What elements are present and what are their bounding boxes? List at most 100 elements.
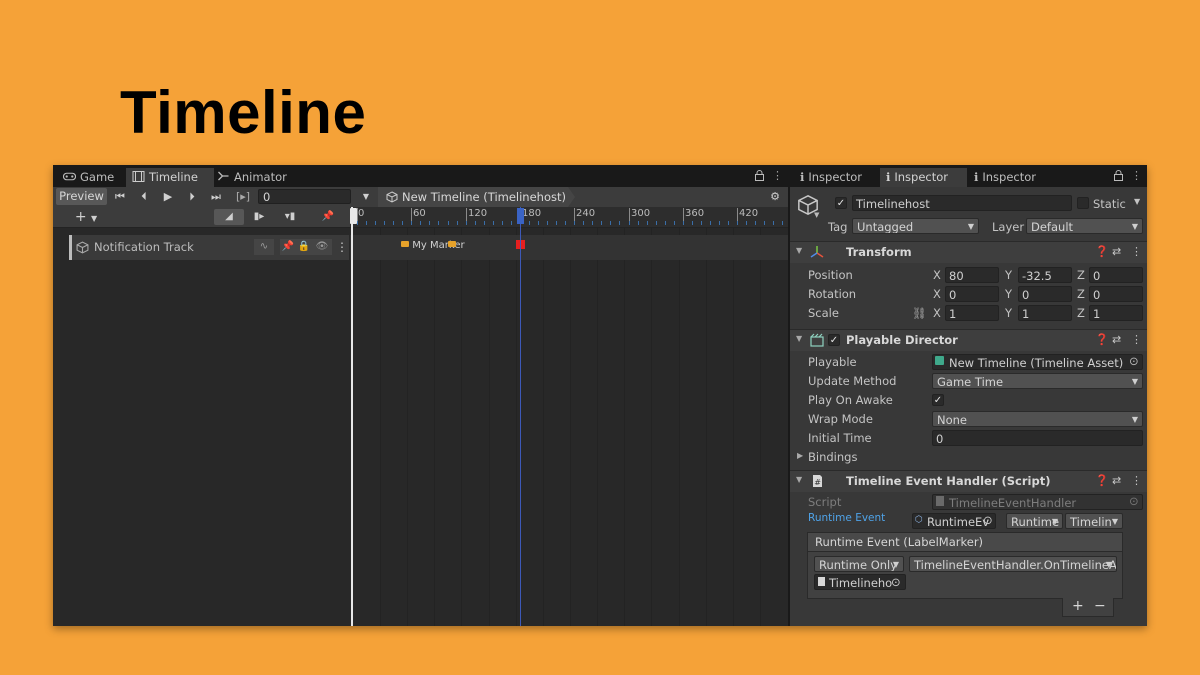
pin-icon[interactable]: 📌 <box>318 209 338 225</box>
tag-dropdown[interactable]: Untagged ▼ <box>852 218 979 234</box>
runtime-event-dropdown-1[interactable]: Runtime ▼ <box>1006 513 1063 529</box>
tab-inspector-2[interactable]: ℹ Inspector <box>880 168 967 187</box>
frame-input[interactable]: 0 <box>258 189 351 204</box>
ruler-minor-tick <box>357 221 358 225</box>
playhead-handle[interactable] <box>517 208 525 224</box>
marker-signal[interactable] <box>447 241 456 247</box>
go-to-end-icon[interactable]: ⏭ <box>207 188 225 206</box>
rotation-y-field[interactable]: 0 <box>1018 286 1072 302</box>
update-method-dropdown[interactable]: Game Time ▼ <box>932 373 1143 389</box>
gameobject-name-field[interactable]: Timelinehost <box>852 195 1072 211</box>
previous-frame-icon[interactable]: ⏴ <box>135 188 153 206</box>
runtime-event-label[interactable]: Runtime Event <box>808 512 885 524</box>
runtime-event-dropdown-2[interactable]: Timelin ▼ <box>1065 513 1123 529</box>
presets-icon[interactable]: ⇄ <box>1112 333 1121 346</box>
object-picker-icon[interactable]: ⊙ <box>891 575 901 589</box>
object-picker-icon[interactable]: ⊙ <box>1129 354 1139 368</box>
transform-header[interactable]: ▼ Transform ❓ ⇄ ⋮ <box>790 241 1147 263</box>
ripple-mode-icon[interactable]: ▮▸ <box>249 209 269 225</box>
scale-x-field[interactable]: 1 <box>945 305 999 321</box>
kebab-menu-icon[interactable]: ⋮ <box>772 169 783 182</box>
lock-icon[interactable] <box>1114 170 1123 181</box>
help-icon[interactable]: ❓ <box>1095 333 1109 346</box>
playable-object-field[interactable]: New Timeline (Timeline Asset) <box>932 354 1143 370</box>
link-icon[interactable]: ⛓ <box>912 306 927 320</box>
chevron-down-icon[interactable]: ▼ <box>357 188 375 206</box>
pin-icon[interactable]: 📌 <box>280 239 296 255</box>
play-icon[interactable]: ▶ <box>159 188 177 206</box>
add-listener-button[interactable]: + <box>1072 598 1084 615</box>
ruler-tick-label: 360 <box>685 208 705 219</box>
remove-listener-button[interactable]: − <box>1094 598 1106 615</box>
wrap-mode-dropdown[interactable]: None ▼ <box>932 411 1143 427</box>
active-checkbox[interactable]: ✓ <box>835 197 847 209</box>
time-ruler[interactable]: 0 60 120 180 240 300 360 420 <box>350 207 788 227</box>
position-x-field[interactable]: 80 <box>945 267 999 283</box>
timeline-breadcrumb[interactable]: New Timeline (Timelinehost) <box>378 187 568 207</box>
foldout-arrow-icon[interactable]: ▼ <box>796 334 802 343</box>
presets-icon[interactable]: ⇄ <box>1112 474 1121 487</box>
scale-y-field[interactable]: 1 <box>1018 305 1072 321</box>
chevron-down-icon[interactable]: ▼ <box>1134 197 1140 206</box>
lock-icon[interactable]: 🔒 <box>296 239 312 255</box>
timeline-start-handle[interactable] <box>350 208 357 224</box>
marker-my-marker[interactable] <box>401 241 410 247</box>
presets-icon[interactable]: ⇄ <box>1112 245 1121 258</box>
layer-dropdown[interactable]: Default ▼ <box>1026 218 1143 234</box>
cube-icon <box>386 191 398 203</box>
kebab-menu-icon[interactable]: ⋮ <box>1131 474 1142 487</box>
preview-button[interactable]: Preview <box>56 188 107 205</box>
go-to-start-icon[interactable]: ⏮ <box>111 188 129 206</box>
rotation-z-field[interactable]: 0 <box>1089 286 1143 302</box>
kebab-menu-icon[interactable]: ⋮ <box>1131 169 1142 182</box>
ruler-minor-tick <box>447 221 449 225</box>
play-range-toggle[interactable]: [▸] <box>231 188 255 206</box>
method-dropdown[interactable]: TimelineEventHandler.OnTimelineAt ▼ <box>909 556 1117 572</box>
tab-game[interactable]: Game <box>57 168 120 187</box>
rotation-x-field[interactable]: 0 <box>945 286 999 302</box>
tab-inspector-1[interactable]: ℹ Inspector <box>794 168 868 187</box>
add-track-button[interactable]: + ▼ <box>71 209 101 225</box>
foldout-arrow-icon[interactable]: ▼ <box>796 246 802 255</box>
edit-mode-icon[interactable]: ◢ <box>214 209 244 225</box>
curves-icon[interactable]: ∿ <box>254 239 274 255</box>
lock-icon[interactable] <box>755 170 764 181</box>
object-picker-icon[interactable]: ⊙ <box>983 513 993 527</box>
initial-time-field[interactable]: 0 <box>932 430 1143 446</box>
playable-director-header[interactable]: ▼ ✓ Playable Director ❓ ⇄ ⋮ <box>790 329 1147 351</box>
component-enabled-checkbox[interactable]: ✓ <box>828 334 840 346</box>
track-lane-notification[interactable]: My Marker <box>350 235 788 260</box>
transform-axes-icon <box>810 246 824 258</box>
eye-icon[interactable]: 👁 <box>314 239 330 255</box>
playable-label: Playable <box>808 355 857 369</box>
event-handler-header[interactable]: ▼ # Timeline Event Handler (Script) ❓ ⇄ … <box>790 470 1147 492</box>
kebab-menu-icon[interactable]: ⋮ <box>1131 333 1142 346</box>
foldout-arrow-icon[interactable]: ▶ <box>797 451 803 460</box>
position-z-field[interactable]: 0 <box>1089 267 1143 283</box>
scale-z-field[interactable]: 1 <box>1089 305 1143 321</box>
kebab-menu-icon[interactable]: ⋮ <box>334 239 350 255</box>
gear-icon[interactable]: ⚙ <box>766 188 784 206</box>
timeline-tab-bar: Game Timeline Animator ⋮ <box>53 165 788 187</box>
call-state-dropdown[interactable]: Runtime Only ▼ <box>814 556 904 572</box>
chevron-down-icon[interactable]: ▼ <box>814 211 819 219</box>
tab-animator[interactable]: Animator <box>211 168 293 187</box>
position-label: Position <box>808 268 853 282</box>
static-checkbox[interactable] <box>1077 197 1089 209</box>
play-on-awake-checkbox[interactable]: ✓ <box>932 394 944 406</box>
tab-inspector-3[interactable]: ℹ Inspector <box>968 168 1042 187</box>
update-method-row: Update Method Game Time ▼ <box>790 372 1147 391</box>
transform-title: Transform <box>846 245 912 259</box>
wrap-mode-row: Wrap Mode None ▼ <box>790 410 1147 429</box>
track-header-notification[interactable]: Notification Track ∿ 📌 🔒 👁 ⋮ <box>69 235 349 260</box>
kebab-menu-icon[interactable]: ⋮ <box>1131 245 1142 258</box>
replace-mode-icon[interactable]: ▾▮ <box>277 209 303 225</box>
foldout-arrow-icon[interactable]: ▼ <box>796 475 802 484</box>
tab-game-label: Game <box>80 170 115 184</box>
help-icon[interactable]: ❓ <box>1095 245 1109 258</box>
help-icon[interactable]: ❓ <box>1095 474 1109 487</box>
tab-timeline[interactable]: Timeline <box>126 168 214 187</box>
next-frame-icon[interactable]: ⏵ <box>183 188 201 206</box>
position-y-field[interactable]: -32.5 <box>1018 267 1072 283</box>
bindings-row[interactable]: ▶ Bindings <box>790 448 1147 467</box>
